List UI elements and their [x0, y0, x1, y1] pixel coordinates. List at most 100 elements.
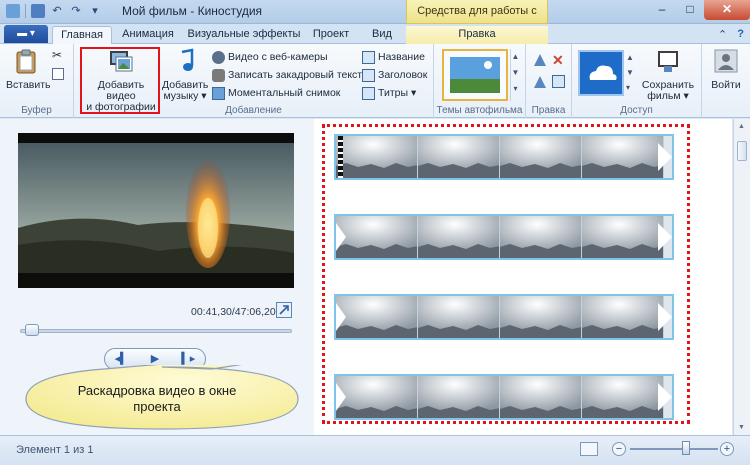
microphone-icon: [212, 69, 225, 82]
highlight-frame: [80, 47, 160, 114]
credits-button[interactable]: Титры ▾: [362, 85, 416, 102]
music-note-icon: [181, 48, 194, 71]
group-label-themes: Темы автофильма: [436, 105, 523, 116]
group-label-share: Доступ: [620, 105, 653, 116]
group-label-clipboard: Буфер: [21, 105, 52, 116]
storyboard-scrollbar[interactable]: ▲ ▼: [733, 119, 750, 435]
seek-slider-thumb[interactable]: [25, 324, 40, 336]
contextual-tab-group: Средства для работы с видео: [406, 0, 548, 39]
theme-thumbnail[interactable]: [442, 49, 508, 101]
tab-project[interactable]: Проект: [306, 26, 356, 44]
add-music-button[interactable]: Добавить музыку ▾: [162, 48, 208, 102]
quick-access-toolbar: ↶ ↷ ▾: [6, 4, 102, 18]
zoom-out-icon[interactable]: −: [612, 442, 626, 456]
signin-button[interactable]: Войти: [706, 48, 746, 91]
minimize-button[interactable]: –: [648, 0, 676, 20]
theme-gallery-scroll[interactable]: ▲ ▼ ▾: [510, 49, 520, 101]
webcam-icon: [212, 51, 225, 64]
zoom-slider[interactable]: [630, 448, 718, 450]
group-clipboard: Вставить ✂ Буфер: [0, 44, 74, 118]
clipboard-icon: [16, 49, 36, 74]
paste-label: Вставить: [6, 79, 51, 91]
window-title: Мой фильм - Киностудия: [122, 4, 263, 18]
add-music-label-line2: музыку ▾: [163, 90, 207, 102]
help-icon[interactable]: ?: [737, 28, 744, 41]
share-gallery-scroll[interactable]: ▲ ▼ ▾: [626, 50, 634, 96]
remove-icon[interactable]: ✕: [552, 52, 564, 69]
scroll-down-icon[interactable]: ▼: [738, 424, 745, 431]
tab-animation[interactable]: Анимация: [116, 26, 180, 44]
tab-edit[interactable]: Правка: [406, 26, 548, 44]
zoom-in-icon[interactable]: +: [720, 442, 734, 456]
title-bar: ↶ ↷ ▾ Мой фильм - Киностудия Средства дл…: [0, 0, 750, 39]
next-frame-icon[interactable]: ▍▸: [179, 352, 197, 366]
group-signin: Войти: [702, 44, 750, 118]
timecode: 00:41,30/47:06,20: [191, 306, 276, 318]
group-share: ▲ ▼ ▾ Сохранить фильм ▾ Доступ: [572, 44, 702, 118]
customize-toolbar-icon[interactable]: ▾: [88, 4, 102, 18]
seek-slider[interactable]: [20, 329, 292, 333]
narration-label: Записать закадровый текст: [228, 69, 363, 81]
credits-label: Титры: [378, 87, 409, 99]
caption-label: Заголовок: [378, 69, 428, 81]
webcam-video-button[interactable]: Видео с веб-камеры: [212, 49, 328, 66]
storyboard-view-icon[interactable]: [580, 442, 598, 456]
rotate-left-icon[interactable]: [534, 54, 546, 66]
undo-icon[interactable]: ↶: [50, 4, 64, 18]
fullscreen-icon[interactable]: [276, 302, 292, 318]
video-preview[interactable]: [18, 133, 294, 288]
caption-icon: [362, 69, 375, 82]
select-all-icon[interactable]: [552, 75, 565, 88]
paste-button[interactable]: Вставить: [6, 48, 51, 91]
ribbon-tabs: ▬ ▾ Главная Анимация Визуальные эффекты …: [0, 24, 750, 44]
save-icon[interactable]: [31, 4, 45, 18]
file-menu-button[interactable]: ▬ ▾: [4, 25, 48, 43]
title-button[interactable]: Название: [362, 49, 425, 66]
scrollbar-thumb[interactable]: [737, 141, 747, 161]
cloud-icon: [589, 65, 617, 80]
cut-icon[interactable]: ✂: [52, 48, 62, 62]
caption-button[interactable]: Заголовок: [362, 67, 427, 84]
collapse-ribbon-icon[interactable]: ⌃: [718, 28, 727, 41]
close-button[interactable]: ✕: [704, 0, 750, 20]
video-frame-image: [18, 133, 294, 288]
tab-right-icons: ⌃ ?: [718, 28, 744, 41]
signin-label: Войти: [711, 79, 741, 91]
app-icon[interactable]: [6, 4, 20, 18]
callout-text: Раскадровка видео в окне проекта: [58, 383, 256, 415]
save-movie-icon: [658, 51, 678, 72]
callout-line-2: проекта: [133, 399, 181, 414]
window-controls: – □ ✕: [648, 0, 750, 20]
tab-home[interactable]: Главная: [52, 26, 112, 44]
theme-preview-image: [450, 57, 500, 93]
scroll-up-icon[interactable]: ▲: [738, 123, 745, 130]
storyboard-highlight: [322, 124, 690, 424]
tab-view[interactable]: Вид: [362, 26, 402, 44]
title-icon: [362, 51, 375, 64]
user-icon: [714, 49, 738, 73]
copy-icon[interactable]: [52, 68, 64, 80]
status-bar: Элемент 1 из 1 − +: [0, 435, 750, 465]
previous-frame-icon[interactable]: ◂▍: [113, 352, 131, 366]
onedrive-button[interactable]: [578, 50, 624, 96]
snapshot-button[interactable]: Моментальный снимок: [212, 85, 340, 102]
snapshot-label: Моментальный снимок: [228, 87, 341, 99]
callout-line-1: Раскадровка видео в окне: [77, 383, 237, 398]
group-automovie-themes: ▲ ▼ ▾ Темы автофильма: [434, 44, 526, 118]
group-editing: ✕ Правка: [526, 44, 572, 118]
save-movie-label-line2: фильм ▾: [647, 90, 689, 102]
toolbar-divider: [25, 4, 26, 18]
credits-icon: [362, 87, 375, 100]
maximize-button[interactable]: □: [676, 0, 704, 20]
ribbon: Вставить ✂ Буфер Добавить видео и фотогр…: [0, 44, 750, 118]
zoom-slider-thumb[interactable]: [682, 441, 691, 455]
tab-visual-effects[interactable]: Визуальные эффекты: [186, 26, 302, 44]
title-label: Название: [378, 51, 425, 63]
record-narration-button[interactable]: Записать закадровый текст ▾: [212, 67, 370, 84]
rotate-right-icon[interactable]: [534, 76, 546, 88]
webcam-label: Видео с веб-камеры: [228, 51, 328, 63]
play-icon[interactable]: ▶: [146, 352, 164, 366]
redo-icon[interactable]: ↷: [69, 4, 83, 18]
save-movie-button[interactable]: Сохранить фильм ▾: [638, 48, 698, 102]
status-element-count: Элемент 1 из 1: [16, 444, 94, 456]
